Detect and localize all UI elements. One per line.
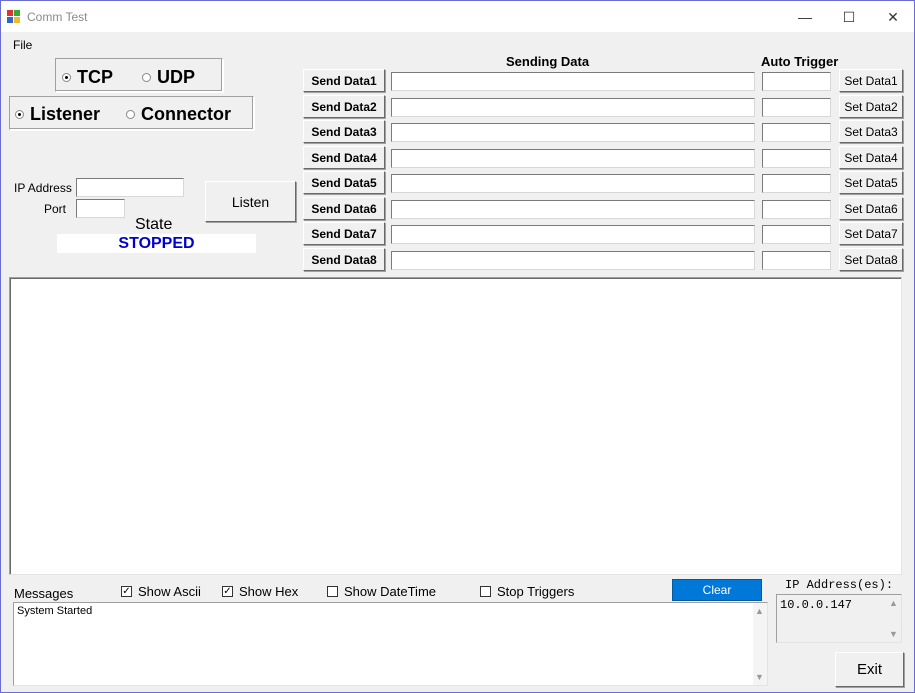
- auto-trigger-5-input[interactable]: [762, 174, 831, 193]
- messages-label: Messages: [14, 586, 74, 601]
- radio-tcp-indicator: [62, 73, 71, 82]
- sending-data-1-input[interactable]: [391, 72, 755, 91]
- radio-connector[interactable]: Connector: [126, 104, 231, 125]
- received-data-area[interactable]: [9, 277, 902, 575]
- auto-trigger-4-input[interactable]: [762, 149, 831, 168]
- show-datetime-label: Show DateTime: [344, 584, 436, 599]
- listen-button[interactable]: Listen: [205, 181, 296, 222]
- sending-data-header: Sending Data: [506, 54, 590, 69]
- radio-connector-indicator: [126, 110, 135, 119]
- show-ascii-checkbox[interactable]: ✓ Show Ascii: [121, 584, 201, 599]
- auto-trigger-7-input[interactable]: [762, 225, 831, 244]
- stop-triggers-label: Stop Triggers: [497, 584, 575, 599]
- show-hex-checkbox[interactable]: ✓ Show Hex: [222, 584, 298, 599]
- ip-addresses-value: 10.0.0.147: [780, 598, 853, 612]
- show-hex-label: Show Hex: [239, 584, 299, 599]
- send-data-1-button[interactable]: Send Data1: [303, 69, 385, 92]
- auto-trigger-6-input[interactable]: [762, 200, 831, 219]
- set-data-6-button[interactable]: Set Data6: [839, 197, 903, 220]
- ip-addresses-box[interactable]: 10.0.0.147 ▲ ▼: [776, 594, 902, 643]
- radio-udp-indicator: [142, 73, 151, 82]
- show-hex-check-box: ✓: [222, 586, 233, 597]
- port-label: Port: [44, 202, 67, 216]
- sending-data-6-input[interactable]: [391, 200, 755, 219]
- ip-scroll-up-icon[interactable]: ▲: [889, 598, 898, 608]
- sending-data-5-input[interactable]: [391, 174, 755, 193]
- sending-data-7-input[interactable]: [391, 225, 755, 244]
- radio-udp[interactable]: UDP: [142, 67, 195, 88]
- window-title: Comm Test: [27, 10, 88, 24]
- exit-button[interactable]: Exit: [835, 652, 904, 687]
- close-button[interactable]: ✕: [880, 6, 906, 28]
- menu-bar: File: [1, 32, 914, 54]
- messages-text: System Started: [17, 605, 93, 617]
- send-data-2-button[interactable]: Send Data2: [303, 95, 385, 118]
- app-icon: [7, 10, 21, 24]
- auto-trigger-2-input[interactable]: [762, 98, 831, 117]
- sending-data-4-input[interactable]: [391, 149, 755, 168]
- auto-trigger-3-input[interactable]: [762, 123, 831, 142]
- set-data-1-button[interactable]: Set Data1: [839, 69, 903, 92]
- send-data-6-button[interactable]: Send Data6: [303, 197, 385, 220]
- radio-listener-label: Listener: [30, 104, 101, 124]
- maximize-button[interactable]: ☐: [836, 6, 862, 28]
- radio-tcp-label: TCP: [77, 67, 113, 87]
- show-ascii-check-box: ✓: [121, 586, 132, 597]
- set-data-5-button[interactable]: Set Data5: [839, 171, 903, 194]
- set-data-4-button[interactable]: Set Data4: [839, 146, 903, 169]
- app-window: Comm Test — ☐ ✕ File TCP UDP Listener Co…: [0, 0, 915, 693]
- send-data-4-button[interactable]: Send Data4: [303, 146, 385, 169]
- clear-button[interactable]: Clear: [672, 579, 762, 601]
- title-bar[interactable]: Comm Test — ☐ ✕: [1, 1, 914, 32]
- sending-data-8-input[interactable]: [391, 251, 755, 270]
- state-value: STOPPED: [57, 234, 256, 253]
- ip-addresses-label: IP Address(es):: [785, 578, 894, 592]
- auto-trigger-1-input[interactable]: [762, 72, 831, 91]
- send-data-3-button[interactable]: Send Data3: [303, 120, 385, 143]
- radio-listener-indicator: [15, 110, 24, 119]
- state-label: State: [135, 216, 173, 233]
- show-datetime-checkbox[interactable]: Show DateTime: [327, 584, 436, 599]
- sending-data-3-input[interactable]: [391, 123, 755, 142]
- stop-triggers-check-box: [480, 586, 491, 597]
- ip-address-label: IP Address: [14, 181, 72, 195]
- auto-trigger-8-input[interactable]: [762, 251, 831, 270]
- set-data-7-button[interactable]: Set Data7: [839, 222, 903, 245]
- show-datetime-check-box: [327, 586, 338, 597]
- set-data-3-button[interactable]: Set Data3: [839, 120, 903, 143]
- set-data-2-button[interactable]: Set Data2: [839, 95, 903, 118]
- set-data-8-button[interactable]: Set Data8: [839, 248, 903, 271]
- minimize-button[interactable]: —: [792, 6, 818, 28]
- ip-scrollbar[interactable]: ▲ ▼: [887, 595, 901, 642]
- send-data-7-button[interactable]: Send Data7: [303, 222, 385, 245]
- sending-data-2-input[interactable]: [391, 98, 755, 117]
- send-data-8-button[interactable]: Send Data8: [303, 248, 385, 271]
- radio-tcp[interactable]: TCP: [62, 67, 113, 88]
- messages-area[interactable]: System Started ▲ ▼: [13, 602, 768, 686]
- send-data-5-button[interactable]: Send Data5: [303, 171, 385, 194]
- scroll-down-icon[interactable]: ▼: [755, 672, 764, 682]
- port-input[interactable]: [76, 199, 125, 218]
- stop-triggers-checkbox[interactable]: Stop Triggers: [480, 584, 574, 599]
- ip-address-input[interactable]: [76, 178, 184, 197]
- scroll-up-icon[interactable]: ▲: [755, 606, 764, 616]
- auto-trigger-header: Auto Trigger: [761, 54, 839, 69]
- radio-connector-label: Connector: [141, 104, 231, 124]
- messages-scrollbar[interactable]: ▲ ▼: [753, 603, 767, 685]
- radio-udp-label: UDP: [157, 67, 196, 87]
- radio-listener[interactable]: Listener: [15, 104, 100, 125]
- menu-file[interactable]: File: [13, 38, 32, 52]
- show-ascii-label: Show Ascii: [138, 584, 201, 599]
- ip-scroll-down-icon[interactable]: ▼: [889, 629, 898, 639]
